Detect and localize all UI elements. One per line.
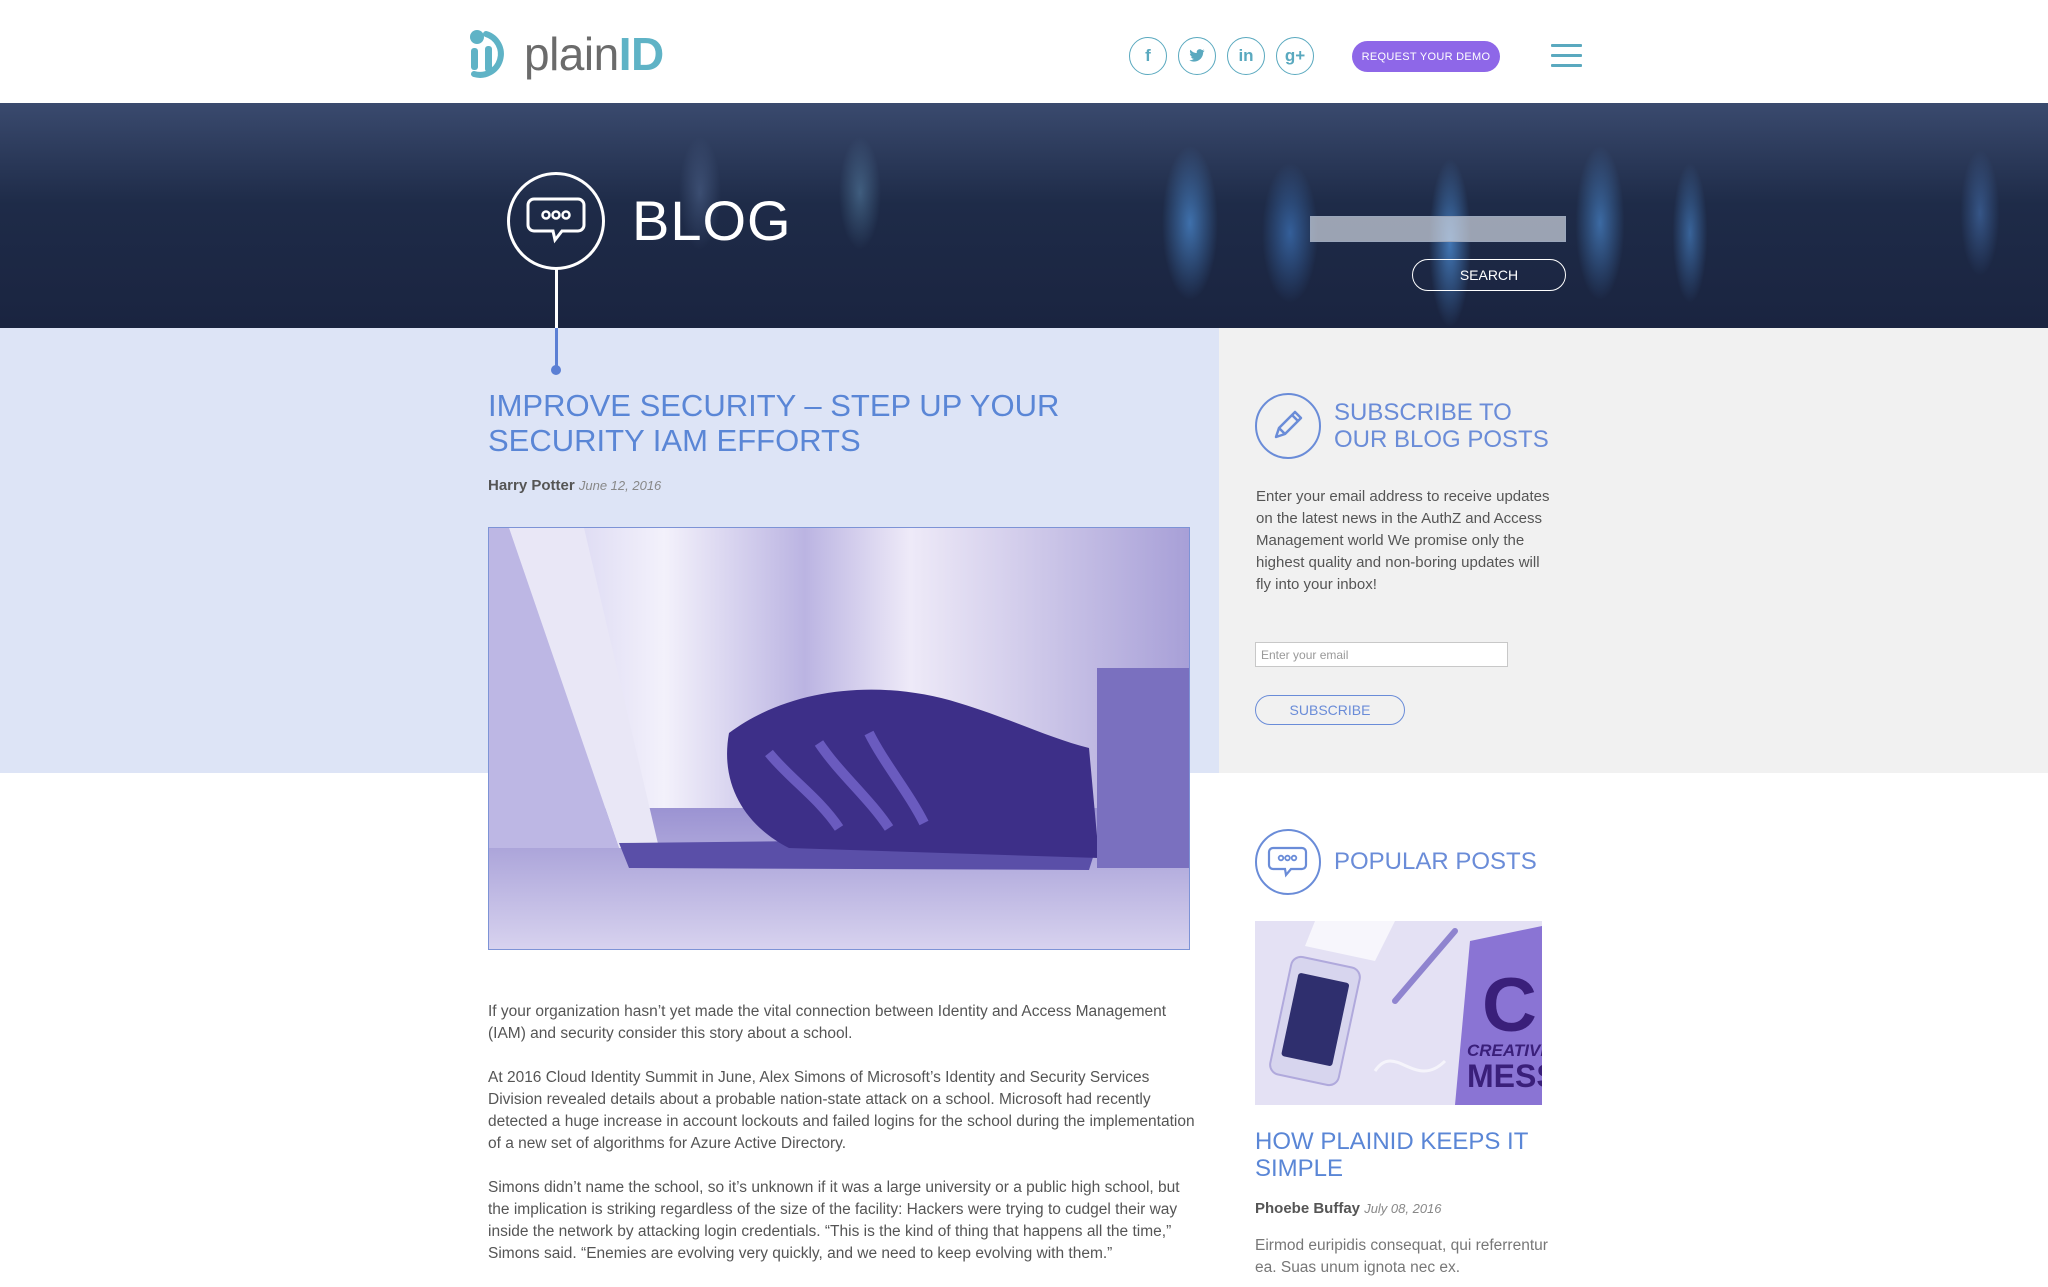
google-plus-icon[interactable]: g+ [1276,37,1314,75]
popular-post-title[interactable]: HOW PLAINID KEEPS IT SIMPLE [1255,1128,1545,1182]
connector-line [555,328,558,368]
subscribe-heading: SUBSCRIBE TO OUR BLOG POSTS [1334,399,1549,453]
pencil-icon [1255,393,1321,459]
article-body: If your organization hasn’t yet made the… [488,1001,1198,1287]
article-date: June 12, 2016 [578,478,662,493]
article-featured-image [488,527,1190,950]
subscribe-button[interactable]: SUBSCRIBE [1255,695,1405,725]
plainid-logo-icon [466,28,516,80]
article-author[interactable]: Harry Potter [488,477,575,494]
popular-posts-heading: POPULAR POSTS [1334,848,1537,875]
twitter-icon[interactable] [1178,37,1216,75]
request-demo-button[interactable]: REQUEST YOUR DEMO [1352,41,1500,72]
page-title: BLOG [632,189,792,252]
plainid-logo[interactable]: plainID [466,28,664,80]
chat-bubble-icon [507,172,605,270]
popular-post-image[interactable]: C CREATIVE MESS [1255,921,1542,1105]
popular-image-line2: MESS [1467,1058,1542,1094]
popular-post-author[interactable]: Phoebe Buffay [1255,1200,1360,1217]
article-paragraph: If your organization hasn’t yet made the… [488,1003,1167,1042]
popular-image-letter: C [1482,963,1537,1048]
email-field[interactable] [1255,642,1508,667]
article-paragraph: Simons didn’t name the school, so it’s u… [488,1179,1180,1262]
site-header: plainID f in g+ REQUEST YOUR DEMO [0,0,2048,103]
blog-hero-banner [0,103,2048,328]
article-paragraph: At 2016 Cloud Identity Summit in June, A… [488,1069,1195,1152]
linkedin-icon[interactable]: in [1227,37,1265,75]
article-title[interactable]: IMPROVE SECURITY – STEP UP YOUR SECURITY… [488,388,1188,458]
search-input[interactable] [1310,216,1566,242]
logo-wordmark: plainID [524,28,664,80]
subscribe-description: Enter your email address to receive upda… [1256,488,1550,593]
popular-post-date: July 08, 2016 [1364,1201,1442,1216]
facebook-icon[interactable]: f [1129,37,1167,75]
popular-post-excerpt: Eirmod euripidis consequat, qui referren… [1255,1237,1548,1276]
chat-bubble-icon [1255,829,1321,895]
hamburger-menu-icon[interactable] [1551,44,1582,68]
search-button[interactable]: SEARCH [1412,259,1566,291]
popular-post-byline: Phoebe Buffay July 08, 2016 [1255,1200,1442,1217]
connector-dot [551,365,561,375]
article-byline: Harry Potter June 12, 2016 [488,477,661,494]
